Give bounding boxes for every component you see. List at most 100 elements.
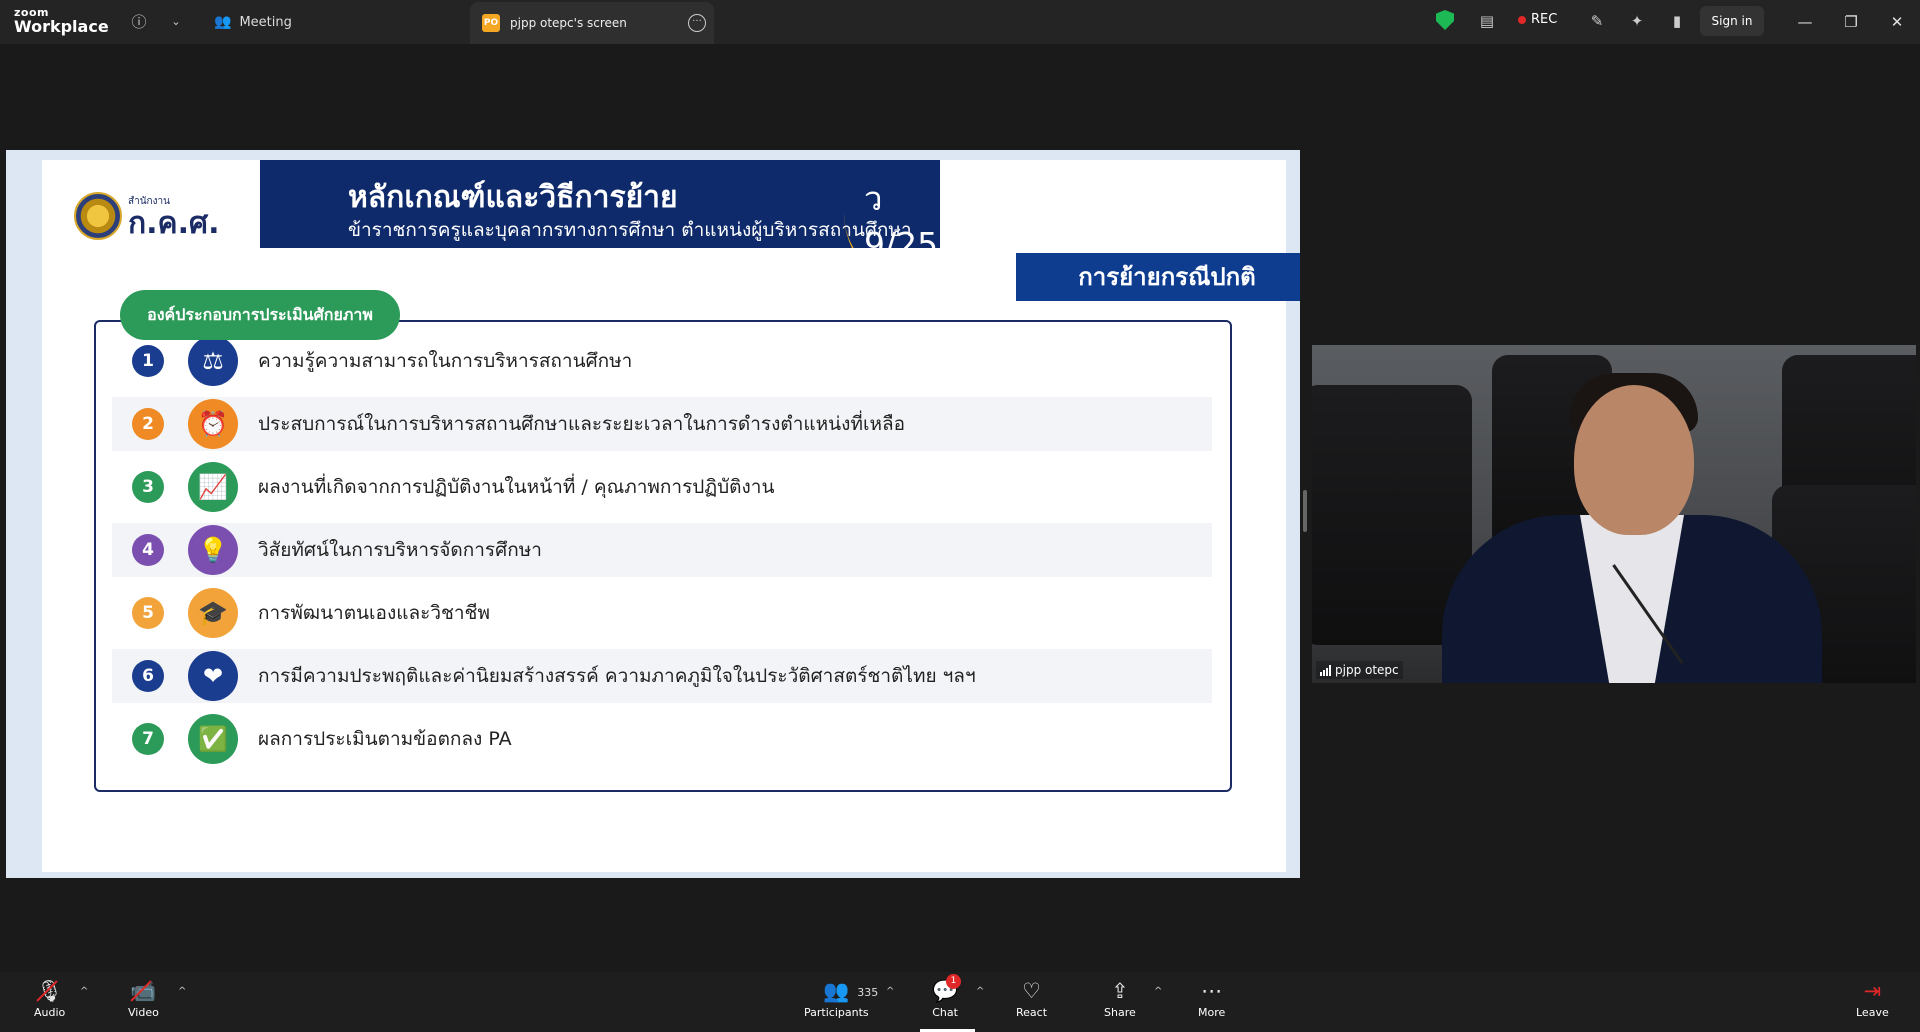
video-button[interactable]: 📹 Video [128, 978, 159, 1019]
meeting-label: Meeting [239, 14, 292, 30]
participants-options-caret[interactable]: ^ [886, 986, 894, 997]
participant-name: pjpp otepc [1335, 663, 1399, 677]
okpk-logo: สำนักงาน ก.ค.ศ. [74, 192, 219, 240]
criterion-row: 6 ❤ การมีความประพฤติและค่านิยมสร้างสรรค์ ค… [112, 649, 1212, 703]
share-label: Share [1104, 1006, 1136, 1019]
camera-off-icon: 📹 [130, 979, 157, 1003]
annotate-icon[interactable]: ✎ [1586, 10, 1608, 32]
video-options-caret[interactable]: ^ [178, 986, 186, 997]
sign-in-button[interactable]: Sign in [1700, 6, 1764, 36]
criterion-text: การมีความประพฤติและค่านิยมสร้างสรรค์ ควา… [258, 665, 976, 687]
react-button[interactable]: ♡ React [1016, 978, 1047, 1019]
participants-button[interactable]: 👥 335 Participants [804, 978, 878, 1019]
resize-handle[interactable] [1303, 490, 1307, 532]
criterion-number: 3 [132, 471, 164, 503]
criterion-row: 4 💡 วิสัยทัศน์ในการบริหารจัดการศึกษา [112, 523, 1212, 577]
graduation-cap-icon: 🎓 [188, 588, 238, 638]
criterion-number: 7 [132, 723, 164, 755]
more-button[interactable]: ⋯ More [1198, 978, 1225, 1019]
chat-button[interactable]: 💬 1 Chat [932, 974, 961, 1019]
close-icon[interactable]: ✕ [1882, 8, 1912, 36]
chat-badge: 1 [946, 974, 961, 989]
criterion-text: ผลงานที่เกิดจากการปฏิบัติงานในหน้าที่ / … [258, 476, 775, 498]
share-options-caret[interactable]: ^ [1154, 986, 1162, 997]
leave-label: Leave [1856, 1006, 1889, 1019]
shared-screen: สำนักงาน ก.ค.ศ. หลักเกณฑ์และวิธีการย้าย … [6, 150, 1300, 878]
more-icon: ⋯ [1201, 979, 1223, 1003]
slide-title: หลักเกณฑ์และวิธีการย้าย [348, 180, 678, 215]
meeting-icon: 👥 [214, 14, 232, 30]
chevron-down-icon[interactable]: ⌄ [165, 10, 187, 32]
sharer-avatar: PO [482, 14, 500, 32]
frame-label: องค์ประกอบการประเมินศักยภาพ [120, 290, 400, 340]
criterion-row: 2 ⏰ ประสบการณ์ในการบริหารสถานศึกษาและระยะเ… [112, 397, 1212, 451]
options-icon[interactable]: ··· [688, 14, 706, 32]
chat-icon: 💬 1 [932, 974, 961, 1004]
meeting-toolbar: 🎙 Audio ^ 📹 Video ^ 👥 335 Participants ^ … [0, 972, 1920, 1032]
slide-subtitle: ข้าราชการครูและบุคลากรทางการศึกษา ตำแหน่… [348, 219, 912, 241]
leave-button[interactable]: ⇥ Leave [1856, 978, 1889, 1019]
title-bar: zoom Workplace ⓘ ⌄ 👥 Meeting PO pjpp ote… [0, 0, 1920, 44]
title-banner: หลักเกณฑ์และวิธีการย้าย ว 9/2567 ข้าราชก… [260, 160, 940, 248]
criterion-text: การพัฒนาตนเองและวิชาชีพ [258, 602, 490, 624]
share-icon: ⇪ [1111, 979, 1129, 1003]
criterion-text: ผลการประเมินตามข้อตกลง PA [258, 728, 512, 750]
audio-options-caret[interactable]: ^ [80, 986, 88, 997]
audio-button[interactable]: 🎙 Audio [34, 978, 65, 1019]
chart-icon: 📈 [188, 462, 238, 512]
participants-count: 335 [857, 986, 879, 999]
view-icon[interactable]: ▮ [1666, 10, 1688, 32]
heart-icon: ❤ [188, 651, 238, 701]
screen-tab-label: pjpp otepc's screen [510, 16, 627, 30]
criteria-frame: 1 ⚖ ความรู้ความสามารถในการบริหารสถานศึกษา 2… [94, 320, 1232, 792]
sparkle-icon[interactable]: ✦ [1626, 10, 1648, 32]
criterion-row: 1 ⚖ ความรู้ความสามารถในการบริหารสถานศึกษา [112, 334, 1212, 388]
zoom-workplace-logo: zoom Workplace [14, 7, 109, 35]
check-icon: ✅ [188, 714, 238, 764]
participant-name-tag: pjpp otepc [1316, 661, 1403, 679]
mic-muted-icon: 🎙 [36, 979, 63, 1003]
participants-label: Participants [804, 1006, 869, 1019]
recording-indicator[interactable]: REC [1518, 12, 1557, 27]
logo-line2: Workplace [14, 17, 109, 36]
rec-dot-icon [1518, 15, 1526, 24]
case-banner: การย้ายกรณีปกติ [1016, 253, 1300, 301]
signal-icon [1320, 664, 1331, 676]
info-icon[interactable]: ⓘ [128, 10, 150, 32]
criterion-text: ความรู้ความสามารถในการบริหารสถานศึกษา [258, 350, 633, 372]
seal-icon [74, 192, 122, 240]
criterion-row: 7 ✅ ผลการประเมินตามข้อตกลง PA [112, 712, 1212, 766]
scale-icon: ⚖ [188, 336, 238, 386]
react-label: React [1016, 1006, 1048, 1019]
heart-outline-icon: ♡ [1022, 979, 1041, 1003]
video-label: Video [128, 1006, 159, 1019]
leave-icon: ⇥ [1863, 979, 1882, 1003]
criterion-number: 4 [132, 534, 164, 566]
participants-icon: 👥 335 [823, 978, 878, 1004]
participant-video[interactable]: pjpp otepc [1312, 345, 1916, 683]
restore-icon[interactable]: ❐ [1836, 8, 1866, 36]
criterion-number: 6 [132, 660, 164, 692]
chat-label: Chat [932, 1006, 958, 1019]
meeting-tab[interactable]: 👥 Meeting [214, 8, 292, 36]
org-big-text: ก.ค.ศ. [128, 205, 220, 241]
shield-icon[interactable] [1436, 10, 1454, 30]
audio-label: Audio [34, 1006, 66, 1019]
notes-icon[interactable]: ▤ [1476, 10, 1498, 32]
criterion-number: 2 [132, 408, 164, 440]
minimize-icon[interactable]: — [1790, 8, 1820, 36]
criterion-text: วิสัยทัศน์ในการบริหารจัดการศึกษา [258, 539, 542, 561]
criterion-row: 5 🎓 การพัฒนาตนเองและวิชาชีพ [112, 586, 1212, 640]
criterion-row: 3 📈 ผลงานที่เกิดจากการปฏิบัติงานในหน้าที่ … [112, 460, 1212, 514]
screen-share-tab[interactable]: PO pjpp otepc's screen ··· [470, 2, 714, 44]
slide-page: สำนักงาน ก.ค.ศ. หลักเกณฑ์และวิธีการย้าย … [42, 160, 1300, 872]
criterion-number: 5 [132, 597, 164, 629]
criterion-number: 1 [132, 345, 164, 377]
criterion-text: ประสบการณ์ในการบริหารสถานศึกษาและระยะเวล… [258, 413, 906, 435]
share-button[interactable]: ⇪ Share [1104, 978, 1136, 1019]
chat-options-caret[interactable]: ^ [976, 986, 984, 997]
alarm-clock-icon: ⏰ [188, 399, 238, 449]
more-label: More [1198, 1006, 1226, 1019]
lightbulb-icon: 💡 [188, 525, 238, 575]
rec-label: REC [1531, 12, 1558, 27]
